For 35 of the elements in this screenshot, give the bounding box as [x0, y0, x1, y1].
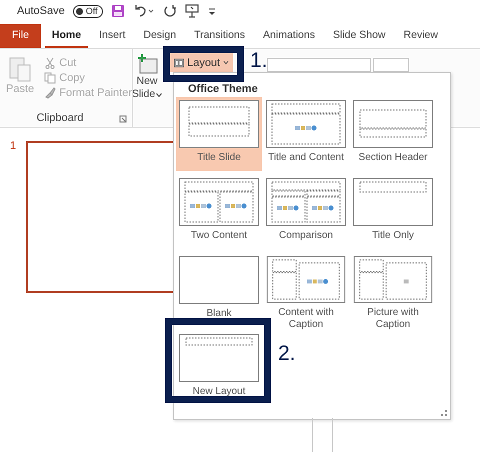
step-number: 1. — [250, 49, 268, 73]
scissors-icon — [44, 57, 56, 69]
slide-thumbnail[interactable] — [26, 141, 173, 293]
font-name-field[interactable] — [267, 58, 371, 72]
ribbon-tab[interactable]: Transitions — [187, 24, 252, 48]
layout-option[interactable]: Title Slide — [176, 97, 262, 171]
layout-dropdown-button[interactable]: Layout — [170, 53, 233, 72]
clipboard-icon — [8, 55, 32, 83]
layout-icon — [174, 58, 184, 68]
ribbon-tab[interactable]: Insert — [92, 24, 132, 48]
new-slide-icon — [135, 53, 159, 75]
customize-icon[interactable] — [206, 6, 217, 16]
ribbon-tab[interactable]: Design — [136, 24, 184, 48]
slide-number: 1 — [10, 140, 16, 152]
save-icon[interactable] — [110, 4, 125, 18]
font-size-field[interactable] — [373, 58, 409, 72]
ribbon-tab[interactable]: Animations — [256, 24, 322, 48]
gallery-header: Office Theme — [187, 82, 259, 97]
presentation-icon[interactable] — [184, 4, 199, 18]
copy-icon — [44, 72, 56, 84]
autosave-toggle[interactable]: Off — [72, 4, 103, 18]
autosave-label: AutoSave — [17, 5, 65, 17]
caret-icon — [223, 60, 229, 65]
caret-icon — [156, 92, 162, 96]
new-slide-button[interactable]: New Slide — [133, 49, 161, 109]
ribbon-tab[interactable]: File — [0, 24, 41, 48]
ribbon-tab[interactable]: Review — [396, 24, 445, 48]
redo-icon[interactable] — [162, 4, 177, 18]
group-label: Clipboard — [35, 112, 85, 126]
ribbon-tab[interactable]: Slide Show — [326, 24, 393, 48]
resize-grip-icon[interactable] — [441, 410, 447, 416]
dialog-launcher-icon[interactable] — [119, 115, 127, 123]
undo-icon[interactable] — [132, 4, 155, 18]
step-number: 2. — [278, 342, 296, 366]
brush-icon — [44, 87, 56, 99]
